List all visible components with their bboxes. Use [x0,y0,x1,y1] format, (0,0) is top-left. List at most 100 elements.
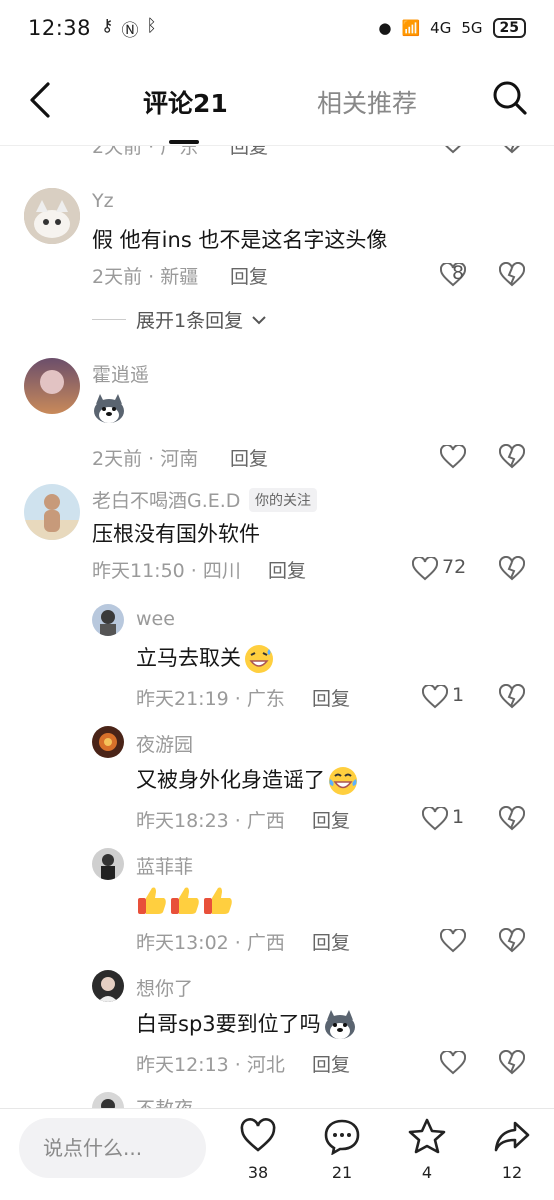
share-count: 12 [501,1163,523,1182]
heart-icon[interactable] [440,445,466,469]
reply-button[interactable]: 回复 [312,1050,350,1077]
reply-item: wee 立马去取关 昨天21:19 · 广东 回复 1 [0,604,554,724]
avatar[interactable] [24,188,80,244]
avatar[interactable] [92,1092,124,1108]
laughing-sweat-emoji-icon [245,645,273,673]
header: 评论21 相关推荐 [0,56,554,146]
search-icon[interactable] [492,80,528,116]
comment-text: 压根没有国外软件 [92,522,260,546]
broken-heart-icon[interactable] [499,146,525,155]
broken-heart-icon[interactable] [499,556,525,582]
reply-item: 想你了 白哥sp3要到位了吗 昨天12:13 · 河北 回复 [0,970,554,1090]
comment-item: 霍逍遥 2天前 · 河南 回复 [0,356,554,476]
comment-meta: 昨天12:13 · 河北 [136,1054,285,1076]
thumbs-up-emoji-icon [138,887,232,914]
like-button[interactable]: 38 [236,1117,280,1182]
battery-icon: 25 [492,18,526,38]
tab-indicator [169,140,199,144]
share-button[interactable]: 12 [490,1117,534,1182]
avatar[interactable] [24,358,80,414]
nfc-icon: Ⓝ [121,20,139,41]
key-icon: ⚷ [101,15,114,36]
comment-meta: 昨天13:02 · 广西 [136,932,285,954]
reply-button[interactable]: 回复 [268,556,306,583]
comment-meta: 昨天11:50 · 四川 [92,560,241,582]
wifi-icon: 📶 [401,19,421,37]
heart-icon[interactable] [440,146,466,154]
comment-icon [324,1119,360,1156]
comment-item: Yz 假 他有ins 也不是这名字这头像 2天前 · 新疆 回复 8 展开1条回… [0,184,554,364]
avatar[interactable] [92,726,124,758]
following-tag: 你的关注 [249,488,317,512]
reply-button[interactable]: 回复 [230,262,268,289]
heart-icon[interactable] [440,1051,466,1075]
commenter-name[interactable]: 想你了 [136,974,193,1001]
like-count: 72 [442,556,467,578]
tears-of-joy-emoji-icon [329,767,357,795]
avatar[interactable] [24,484,80,540]
broken-heart-icon[interactable] [499,1050,525,1076]
location-icon: ● [378,19,392,37]
reply-button[interactable]: 回复 [230,444,268,471]
like-count: 1 [452,806,465,828]
comment-input[interactable]: 说点什么... [19,1118,206,1178]
husky-emoji-icon [94,394,124,423]
status-time: 12:38 [28,16,92,40]
comment-meta: 昨天18:23 · 广西 [136,810,285,832]
heart-icon[interactable] [422,807,448,831]
comment-text: 立马去取关 [136,642,275,675]
broken-heart-icon[interactable] [499,928,525,954]
reply-button[interactable]: 回复 [312,684,350,711]
comment-count: 21 [331,1163,353,1182]
avatar[interactable] [92,848,124,880]
comment-text: 白哥sp3要到位了吗 [136,1008,357,1041]
reply-item: 蓝菲菲 昨天13:02 · 广西 回复 [0,848,554,968]
reply-button[interactable]: 回复 [312,928,350,955]
broken-heart-icon[interactable] [499,262,525,288]
favorite-button[interactable]: 4 [405,1117,449,1182]
commenter-name[interactable]: 夜游园 [136,730,193,757]
expand-replies-button[interactable]: 展开1条回复 [92,306,267,333]
network-4g-icon: 4G [430,19,452,37]
comment-text: 又被身外化身造谣了 [136,764,359,797]
comment-button[interactable]: 21 [320,1117,364,1182]
comment-emoji [92,392,126,431]
heart-icon[interactable] [412,557,438,581]
share-icon [494,1121,530,1152]
broken-heart-icon[interactable] [499,684,525,710]
comment-meta: 昨天21:19 · 广东 [136,688,285,710]
chevron-down-icon [252,315,266,324]
back-icon[interactable] [24,80,58,120]
commenter-name[interactable]: 不敖夜 [136,1094,193,1108]
tab-related[interactable]: 相关推荐 [317,84,417,120]
network-5g-icon: 5G [461,19,483,37]
avatar[interactable] [92,970,124,1002]
commenter-name[interactable]: 霍逍遥 [92,360,149,387]
reply-button[interactable]: 回复 [312,806,350,833]
heart-icon[interactable] [422,685,448,709]
like-count: 8 [452,262,465,284]
broken-heart-icon[interactable] [499,444,525,470]
tab-comments[interactable]: 评论21 [143,84,228,120]
comment-emoji [136,884,234,921]
husky-emoji-icon [324,1010,355,1039]
reply-item: 不敖夜 [0,1092,554,1108]
bluetooth-battery-icon: ᛒ [146,15,157,36]
broken-heart-icon[interactable] [499,806,525,832]
status-bar: 12:38 ⚷ Ⓝ ᛒ ● 📶 4G 5G 25 [0,0,554,56]
heart-icon[interactable] [440,929,466,953]
heart-icon [240,1118,276,1152]
bottom-bar: 说点什么... 38 21 4 12 [0,1108,554,1200]
comment-meta: 2天前 · 新疆 [92,266,199,288]
like-count: 38 [247,1163,269,1182]
avatar[interactable] [92,604,124,636]
comment-item: 老白不喝酒G.E.D 你的关注 压根没有国外软件 昨天11:50 · 四川 回复… [0,482,554,602]
commenter-name[interactable]: 蓝菲菲 [136,852,193,879]
commenter-name[interactable]: wee [136,608,175,630]
partial-comment: 2天前 · 广东 回复 [0,146,554,166]
commenter-name[interactable]: 老白不喝酒G.E.D [92,486,240,513]
favorite-count: 4 [421,1163,433,1182]
star-icon [408,1118,446,1154]
commenter-name[interactable]: Yz [92,190,114,212]
comment-list[interactable]: 2天前 · 广东 回复 Yz 假 他有ins 也不是这名字这头像 2天前 · 新… [0,146,554,1108]
